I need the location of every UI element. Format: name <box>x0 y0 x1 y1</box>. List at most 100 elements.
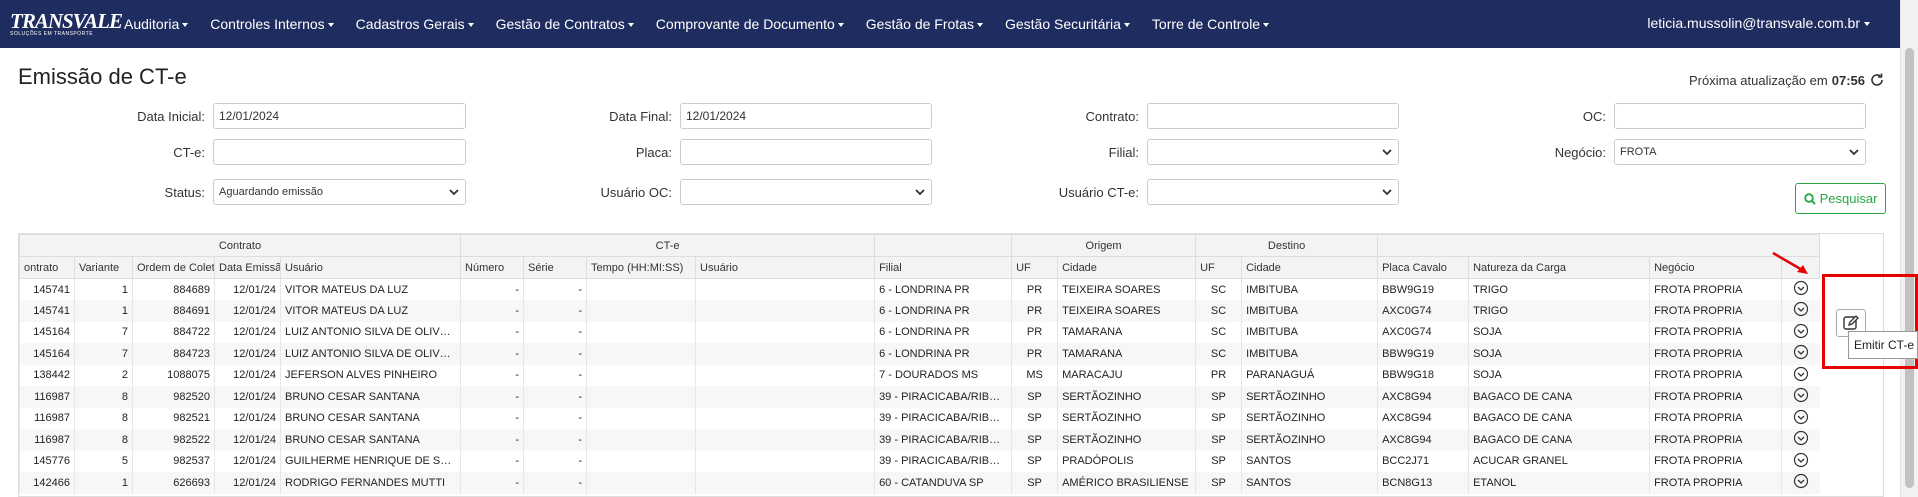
nav-item-2[interactable]: Cadastros Gerais <box>345 16 485 32</box>
column-header[interactable]: Tempo (HH:MI:SS) <box>586 256 697 279</box>
table-row[interactable]: 142466 1 626693 12/01/24 RODRIGO FERNANDES M… <box>19 472 1820 494</box>
chevron-circle-down-icon[interactable] <box>1793 452 1809 468</box>
data-final-input[interactable]: 12/01/2024 <box>680 103 932 129</box>
row-action-cell <box>1781 278 1820 300</box>
chevron-circle-down-icon[interactable] <box>1793 387 1809 403</box>
placa-input[interactable] <box>680 139 932 165</box>
column-header[interactable]: Natureza da Carga <box>1468 256 1651 279</box>
column-header[interactable]: Placa Cavalo <box>1377 256 1470 279</box>
nav-item-3[interactable]: Gestão de Contratos <box>485 16 645 32</box>
nav-item-label: Gestão Securitária <box>1004 16 1121 32</box>
table-cell: BBW9G19 <box>1377 278 1469 300</box>
table-row[interactable]: 145164 7 884723 12/01/24 LUIZ ANTONIO SILVA … <box>19 343 1820 365</box>
table-row[interactable]: 145776 5 982537 12/01/24 GUILHERME HENRIQUE … <box>19 450 1820 472</box>
chevron-circle-down-icon[interactable] <box>1793 280 1809 296</box>
table-cell: SERTÃOZINHO <box>1241 429 1378 451</box>
nav-item-4[interactable]: Comprovante de Documento <box>645 16 855 32</box>
nav-item-6[interactable]: Gestão Securitária <box>994 16 1141 32</box>
table-cell: SP <box>1195 386 1242 408</box>
chevron-circle-down-icon[interactable] <box>1793 473 1809 489</box>
nav-item-label: Auditoria <box>124 16 180 32</box>
filial-select[interactable] <box>1147 139 1399 165</box>
table-cell: SP <box>1195 429 1242 451</box>
user-menu[interactable]: leticia.mussolin@transvale.com.br <box>1647 15 1870 31</box>
table-cell <box>586 407 696 429</box>
column-header[interactable]: Usuário <box>279 256 462 279</box>
table-cell <box>695 450 875 472</box>
search-button[interactable]: Pesquisar <box>1795 183 1886 214</box>
chevron-circle-down-icon[interactable] <box>1793 409 1809 425</box>
refresh-icon[interactable] <box>1869 72 1885 88</box>
table-cell: 12/01/24 <box>214 300 281 322</box>
table-cell: AXC8G94 <box>1377 429 1469 451</box>
column-header[interactable]: Série <box>523 256 588 279</box>
row-action-cell <box>1781 472 1820 494</box>
usuario-oc-select[interactable] <box>680 179 932 205</box>
table-cell: - <box>460 450 524 472</box>
table-cell: - <box>523 300 587 322</box>
chevron-down-icon <box>976 23 983 28</box>
page-scrollbar[interactable] <box>1900 0 1918 497</box>
chevron-circle-down-icon[interactable] <box>1793 344 1809 360</box>
table-cell: IMBITUBA <box>1241 321 1378 343</box>
chevron-down-icon <box>467 23 474 28</box>
chevron-down-icon <box>1263 23 1270 28</box>
table-cell: 116987 <box>19 429 75 451</box>
chevron-circle-down-icon[interactable] <box>1793 301 1809 317</box>
usuario-cte-select[interactable] <box>1147 179 1399 205</box>
column-header[interactable]: UF <box>1011 256 1059 279</box>
data-inicial-input[interactable]: 12/01/2024 <box>213 103 466 129</box>
chevron-down-icon <box>915 189 925 196</box>
column-header[interactable]: Número <box>460 256 525 279</box>
chevron-circle-down-icon[interactable] <box>1793 366 1809 382</box>
table-cell: BCC2J71 <box>1377 450 1469 472</box>
column-header[interactable]: UF <box>1195 256 1243 279</box>
table-cell: 12/01/24 <box>214 278 281 300</box>
column-header[interactable]: Usuário <box>695 256 876 279</box>
table-cell <box>586 343 696 365</box>
table-row[interactable]: 138442 2 1088075 12/01/24 JEFERSON ALVES PIN… <box>19 364 1820 386</box>
column-header[interactable]: Filial <box>874 256 1013 279</box>
group-header: Origem <box>1011 234 1197 257</box>
table-cell: PR <box>1011 321 1058 343</box>
chevron-down-icon <box>1382 149 1392 156</box>
table-row[interactable]: 145741 1 884691 12/01/24 VITOR MATEUS DA LUZ… <box>19 300 1820 322</box>
table-row[interactable]: 116987 8 982522 12/01/24 BRUNO CESAR SANTANA… <box>19 429 1820 451</box>
table-row[interactable]: 116987 8 982520 12/01/24 BRUNO CESAR SANTANA… <box>19 386 1820 408</box>
table-cell: 982522 <box>132 429 215 451</box>
table-cell: 884689 <box>132 278 215 300</box>
table-row[interactable]: 145164 7 884722 12/01/24 LUIZ ANTONIO SILVA … <box>19 321 1820 343</box>
table-cell <box>586 278 696 300</box>
brand-logo[interactable]: TRANSVALE SOLUÇÕES EM TRANSPORTE <box>0 0 123 48</box>
table-cell: 6 - LONDRINA PR <box>874 278 1012 300</box>
column-header[interactable]: Data Emissão <box>214 256 281 279</box>
table-cell: - <box>523 450 587 472</box>
group-header: CT-e <box>460 234 876 257</box>
page-title: Emissão de CT-e <box>18 64 187 89</box>
oc-input[interactable] <box>1614 103 1866 129</box>
column-header[interactable]: Variante <box>74 256 133 279</box>
nav-item-5[interactable]: Gestão de Frotas <box>855 16 994 32</box>
column-header-row: ontrato Variante Ordem de Coleta Data Emiss… <box>19 256 1821 279</box>
table-cell: 6 - LONDRINA PR <box>874 321 1012 343</box>
table-cell: 12/01/24 <box>214 450 281 472</box>
row-action-cell <box>1781 321 1820 343</box>
column-header[interactable]: Cidade <box>1057 256 1197 279</box>
column-header[interactable]: Ordem de Coleta <box>132 256 215 279</box>
status-select[interactable]: Aguardando emissão <box>213 179 466 205</box>
cte-input[interactable] <box>213 139 466 165</box>
table-row[interactable]: 145741 1 884689 12/01/24 VITOR MATEUS DA LUZ… <box>19 278 1820 300</box>
nav-item-7[interactable]: Torre de Controle <box>1141 16 1280 32</box>
nav-item-1[interactable]: Controles Internos <box>199 16 344 32</box>
contrato-input[interactable] <box>1147 103 1399 129</box>
column-header[interactable]: ontrato <box>19 256 75 279</box>
chevron-circle-down-icon[interactable] <box>1793 323 1809 339</box>
negocio-select[interactable]: FROTA <box>1614 139 1866 165</box>
scrollbar-thumb[interactable] <box>1905 48 1914 488</box>
column-header[interactable]: Negócio <box>1649 256 1783 279</box>
table-row[interactable]: 116987 8 982521 12/01/24 BRUNO CESAR SANTANA… <box>19 407 1820 429</box>
chevron-circle-down-icon[interactable] <box>1793 430 1809 446</box>
column-header[interactable]: Cidade <box>1241 256 1379 279</box>
table-cell: 145741 <box>19 300 75 322</box>
nav-item-0[interactable]: Auditoria <box>113 16 199 32</box>
